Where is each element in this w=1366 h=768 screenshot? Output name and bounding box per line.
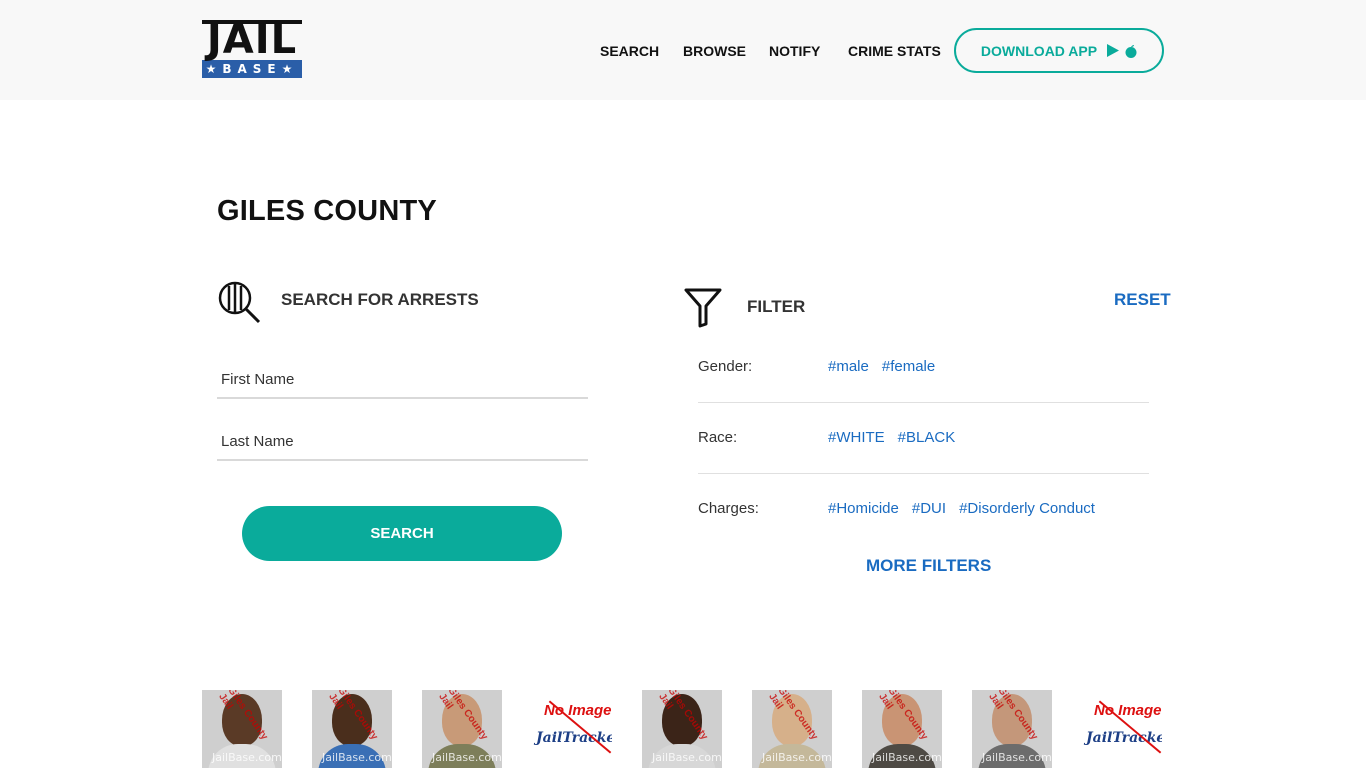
filter-row-charges: Charges: #Homicide #DUI #Disorderly Cond… bbox=[698, 474, 1149, 545]
mugshot-photo[interactable]: Giles County Jail JailBase.com bbox=[202, 690, 282, 768]
search-header: SEARCH FOR ARRESTS bbox=[217, 280, 479, 324]
site-header: JAIL ★BASE★ SEARCH BROWSE NOTIFY CRIME S… bbox=[0, 0, 1366, 100]
page-title: GILES COUNTY bbox=[217, 195, 437, 227]
download-app-label: DOWNLOAD APP bbox=[980, 42, 1098, 59]
filter-name: Gender: bbox=[698, 358, 753, 375]
filter-tag-homicide[interactable]: #Homicide bbox=[828, 500, 899, 517]
apple-icon bbox=[1125, 44, 1137, 58]
filter-tag-disorderly-conduct[interactable]: #Disorderly Conduct bbox=[959, 500, 1095, 517]
filter-name: Charges: bbox=[698, 500, 759, 517]
mugshot-watermark: JailBase.com bbox=[652, 751, 722, 764]
mugshot-photo[interactable]: Giles County Jail JailBase.com bbox=[862, 690, 942, 768]
search-heading: SEARCH FOR ARRESTS bbox=[281, 290, 479, 309]
mugshot-watermark: JailBase.com bbox=[762, 751, 832, 764]
mugshot-photo[interactable]: Giles County Jail JailBase.com bbox=[422, 690, 502, 768]
no-image-placeholder[interactable]: No Image JailTracker bbox=[1082, 690, 1162, 768]
filter-name: Race: bbox=[698, 429, 738, 446]
mugshot-watermark: JailBase.com bbox=[322, 751, 392, 764]
logo-subtitle: ★BASE★ bbox=[202, 60, 302, 78]
mugshot-strip: Giles County Jail JailBase.com Giles Cou… bbox=[202, 690, 1162, 768]
reset-link[interactable]: RESET bbox=[1114, 290, 1171, 310]
jailbase-logo[interactable]: JAIL ★BASE★ bbox=[202, 20, 302, 80]
filter-row-gender: Gender: #male #female bbox=[698, 332, 1149, 403]
nav-search[interactable]: SEARCH bbox=[600, 43, 659, 59]
filter-tag-black[interactable]: #BLACK bbox=[898, 429, 956, 446]
first-name-input[interactable] bbox=[217, 361, 588, 397]
filter-tag-dui[interactable]: #DUI bbox=[912, 500, 946, 517]
logo-wordmark: JAIL bbox=[202, 20, 302, 60]
filter-heading: FILTER bbox=[747, 297, 806, 316]
more-filters-link[interactable]: MORE FILTERS bbox=[866, 556, 991, 576]
filter-tag-female[interactable]: #female bbox=[882, 358, 935, 375]
last-name-input[interactable] bbox=[217, 423, 588, 459]
mugshot-watermark: JailBase.com bbox=[872, 751, 942, 764]
nav-crime-stats[interactable]: CRIME STATS bbox=[848, 43, 941, 59]
nav-notify[interactable]: NOTIFY bbox=[769, 43, 820, 59]
last-name-field[interactable] bbox=[217, 423, 588, 461]
mugshot-photo[interactable]: Giles County Jail JailBase.com bbox=[642, 690, 722, 768]
google-play-icon bbox=[1107, 44, 1120, 57]
filter-tag-white[interactable]: #WHITE bbox=[828, 429, 885, 446]
mugshot-photo[interactable]: Giles County Jail JailBase.com bbox=[972, 690, 1052, 768]
filter-icon bbox=[684, 288, 722, 328]
filter-row-race: Race: #WHITE #BLACK bbox=[698, 403, 1149, 474]
mugshot-photo[interactable]: Giles County Jail JailBase.com bbox=[752, 690, 832, 768]
no-image-placeholder[interactable]: No Image JailTracker bbox=[532, 690, 612, 768]
mugshot-watermark: JailBase.com bbox=[982, 751, 1052, 764]
mugshot-photo[interactable]: Giles County Jail JailBase.com bbox=[312, 690, 392, 768]
nav-browse[interactable]: BROWSE bbox=[683, 43, 746, 59]
filter-tag-male[interactable]: #male bbox=[828, 358, 869, 375]
search-button[interactable]: SEARCH bbox=[242, 506, 562, 561]
search-icon bbox=[218, 281, 261, 324]
download-app-button[interactable]: DOWNLOAD APP bbox=[954, 28, 1164, 73]
mugshot-watermark: JailBase.com bbox=[432, 751, 502, 764]
first-name-field[interactable] bbox=[217, 361, 588, 399]
mugshot-watermark: JailBase.com bbox=[212, 751, 282, 764]
